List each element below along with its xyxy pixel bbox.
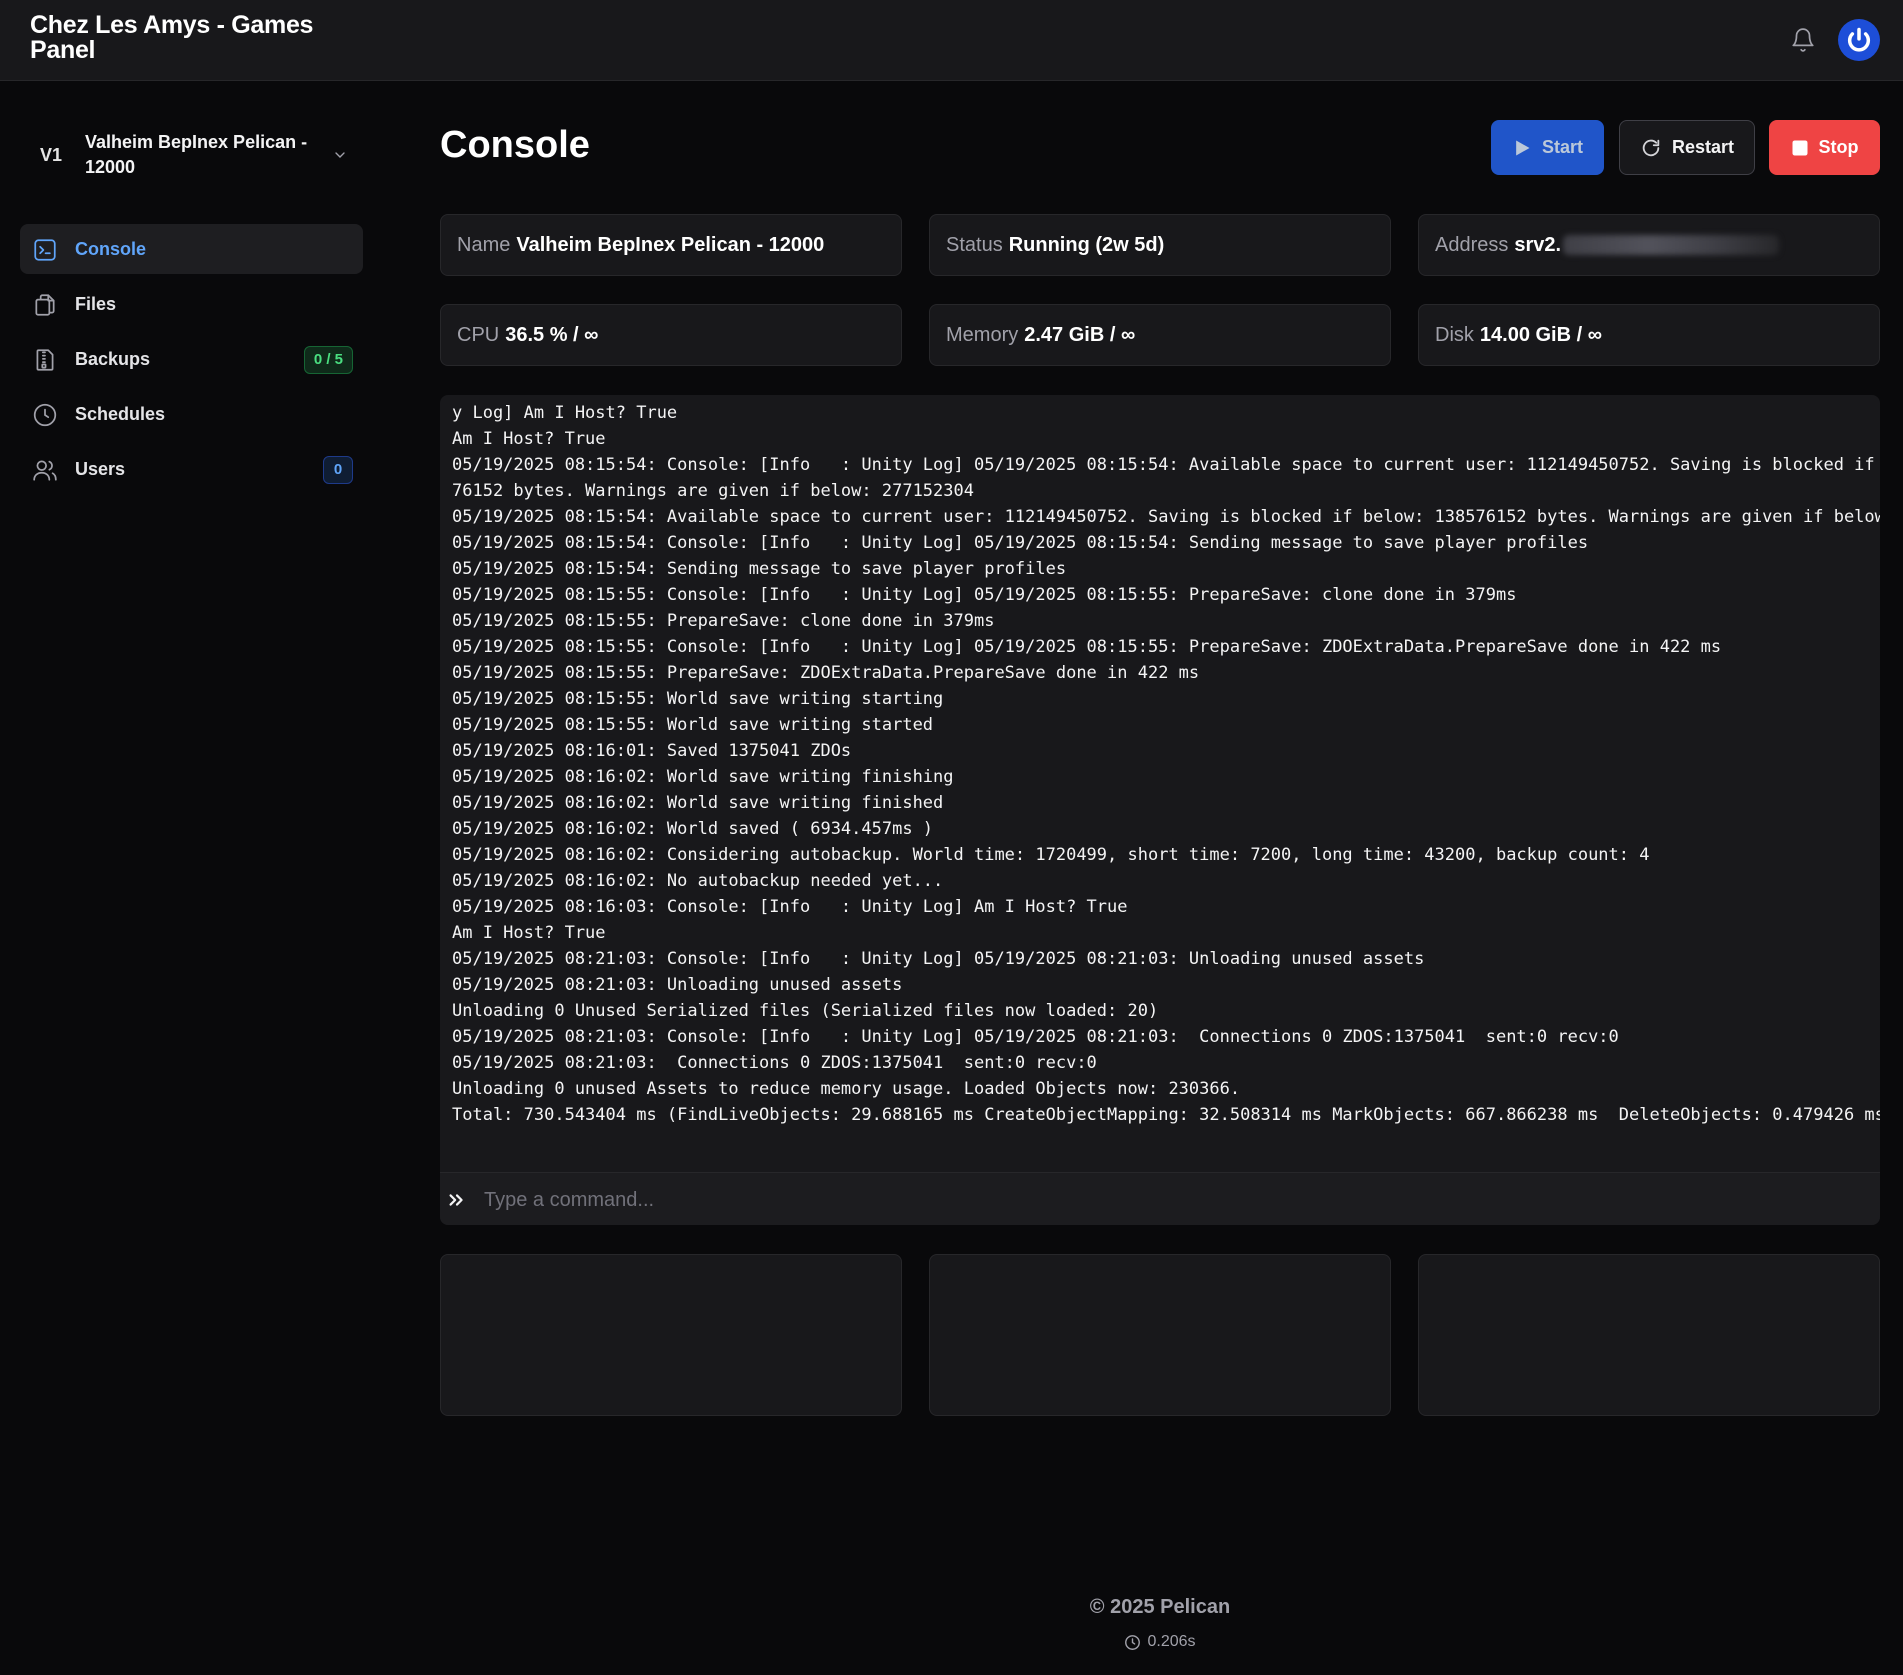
stat-label: Address [1435, 233, 1509, 256]
network-chart-card [1418, 1254, 1880, 1416]
sidebar-item-label: Schedules [75, 404, 166, 424]
stop-button[interactable]: Stop [1769, 120, 1880, 175]
chevrons-right-icon [449, 1194, 463, 1206]
console-line: Total: 730.543404 ms (FindLiveObjects: 2… [452, 1105, 1880, 1125]
server-selector[interactable]: V1 Valheim BepInex Pelican - 12000 [30, 128, 360, 184]
footer-render-time: 0.206s [0, 1633, 1903, 1651]
stat-cpu: CPU 36.5 % / ∞ [440, 304, 902, 366]
stop-icon [1792, 140, 1807, 155]
stat-address[interactable]: Address srv2. [1418, 214, 1880, 276]
stat-memory: Memory 2.47 GiB / ∞ [929, 304, 1391, 366]
console-line: 05/19/2025 08:15:54: Console: [Info : Un… [452, 533, 1589, 553]
start-button[interactable]: Start [1491, 120, 1604, 175]
console-line: 05/19/2025 08:15:55: Console: [Info : Un… [452, 637, 1722, 657]
console-output[interactable]: y Log] Am I Host? True Am I Host? True 05/… [440, 395, 1880, 1172]
stat-value: srv2. [1514, 233, 1562, 256]
files-icon [35, 294, 55, 316]
console-line: 05/19/2025 08:16:03: Console: [Info : Un… [452, 897, 1128, 917]
power-icon [1847, 27, 1871, 52]
stat-value: 36.5 % / ∞ [505, 323, 599, 346]
sidebar-item-label: Users [75, 459, 126, 479]
console-line: 05/19/2025 08:15:55: PrepareSave: ZDOExt… [452, 663, 1200, 683]
console-panel: y Log] Am I Host? True Am I Host? True 05/… [440, 395, 1880, 1225]
console-line: 05/19/2025 08:16:02: World save writing … [452, 793, 944, 813]
console-line: 05/19/2025 08:21:03: Connections 0 ZDOS:… [452, 1053, 1097, 1073]
console-line: 05/19/2025 08:15:55: Console: [Info : Un… [452, 585, 1517, 605]
console-line: y Log] Am I Host? True [452, 403, 678, 423]
sidebar-item-label: Files [75, 294, 117, 314]
top-bar: Chez Les Amys - Games Panel [0, 0, 1903, 81]
sidebar-item-console[interactable]: Console [20, 224, 363, 274]
command-input[interactable] [484, 1183, 1864, 1217]
console-input-bar [440, 1172, 1880, 1225]
console-line: 05/19/2025 08:15:54: Sending message to … [452, 559, 1067, 579]
stat-name: Name Valheim BepInex Pelican - 12000 [440, 214, 902, 276]
console-line: Am I Host? True [452, 429, 606, 449]
restart-label: Restart [1671, 137, 1735, 157]
bell-icon[interactable] [1790, 26, 1816, 54]
console-line: 05/19/2025 08:16:02: World saved ( 6934.… [452, 819, 934, 839]
start-label: Start [1541, 137, 1583, 157]
server-name: Valheim BepInex Pelican - 12000 [85, 132, 308, 177]
sidebar-item-files[interactable]: Files [20, 279, 363, 329]
stat-label: CPU [457, 323, 500, 346]
play-icon [1516, 140, 1530, 155]
page-title: Console [440, 124, 590, 166]
console-line: 05/19/2025 08:16:02: World save writing … [452, 767, 954, 787]
footer-copyright[interactable]: © 2025 Pelican [0, 1596, 1903, 1619]
users-count-badge: 0 [323, 456, 353, 484]
archive-icon [36, 349, 54, 371]
sidebar-item-users[interactable]: Users 0 [20, 444, 363, 494]
stat-label: Status [946, 233, 1003, 256]
console-line: 05/19/2025 08:21:03: Console: [Info : Un… [452, 1027, 1619, 1047]
stat-value: 14.00 GiB / ∞ [1479, 323, 1602, 346]
render-time-value: 0.206s [1147, 1633, 1196, 1650]
console-line: 05/19/2025 08:16:02: Considering autobac… [452, 845, 1650, 865]
server-badge: V1 [40, 145, 63, 165]
backups-count-badge: 0 / 5 [303, 346, 353, 374]
stat-label: Disk [1435, 323, 1474, 346]
stat-disk: Disk 14.00 GiB / ∞ [1418, 304, 1880, 366]
console-line: 05/19/2025 08:21:03: Unloading unused as… [452, 975, 903, 995]
avatar[interactable] [1838, 19, 1880, 61]
console-line: Unloading 0 unused Assets to reduce memo… [452, 1079, 1241, 1099]
console-line: 76152 bytes. Warnings are given if below… [452, 481, 974, 501]
console-line: Unloading 0 Unused Serialized files (Ser… [452, 1001, 1159, 1021]
console-line: Am I Host? True [452, 923, 606, 943]
chevron-down-icon [335, 152, 345, 158]
app-title[interactable]: Chez Les Amys - Games Panel [30, 13, 360, 63]
sidebar-item-label: Backups [75, 349, 151, 369]
console-line: 05/19/2025 08:16:02: No autobackup neede… [452, 871, 944, 891]
sidebar-item-schedules[interactable]: Schedules [20, 389, 363, 439]
cpu-chart-card [440, 1254, 902, 1416]
sidebar-item-backups[interactable]: Backups 0 / 5 [20, 334, 363, 384]
console-line: 05/19/2025 08:15:55: World save writing … [452, 715, 934, 735]
stat-value: Valheim BepInex Pelican - 12000 [516, 233, 825, 256]
stat-status: Status Running (2w 5d) [929, 214, 1391, 276]
clock-icon [33, 403, 57, 427]
users-icon [33, 460, 57, 481]
memory-chart-card [929, 1254, 1391, 1416]
stat-value: Running (2w 5d) [1008, 233, 1165, 256]
console-line: 05/19/2025 08:15:55: PrepareSave: clone … [452, 611, 995, 631]
stop-label: Stop [1818, 137, 1859, 157]
sidebar-item-label: Console [75, 239, 147, 259]
console-line: 05/19/2025 08:15:55: World save writing … [452, 689, 944, 709]
stat-label: Memory [946, 323, 1019, 346]
terminal-icon [34, 239, 56, 261]
console-line: 05/19/2025 08:15:54: Console: [Info : Un… [452, 455, 1880, 475]
console-line: 05/19/2025 08:16:01: Saved 1375041 ZDOs [452, 741, 852, 761]
restart-icon [1642, 139, 1660, 156]
console-line: 05/19/2025 08:21:03: Console: [Info : Un… [452, 949, 1425, 969]
restart-button[interactable]: Restart [1619, 120, 1755, 175]
console-line: 05/19/2025 08:15:54: Available space to … [452, 507, 1880, 527]
stat-value: 2.47 GiB / ∞ [1024, 323, 1136, 346]
stat-label: Name [457, 233, 511, 256]
sidebar-nav: Console Files Backups 0 / 5 Schedules Us… [20, 224, 363, 499]
redacted-address [1563, 235, 1780, 255]
clock-icon [1125, 1634, 1141, 1650]
